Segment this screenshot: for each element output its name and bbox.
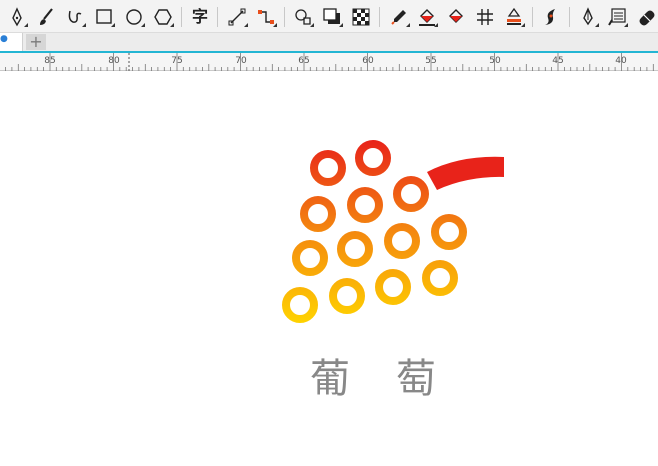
grape-ring [329, 278, 365, 314]
grape-ring [431, 214, 467, 250]
grape-ring [292, 240, 328, 276]
grape-ring [337, 231, 373, 267]
grape-ring [347, 187, 383, 223]
grape-ring [384, 223, 420, 259]
grape-ring [375, 269, 411, 305]
grape-ring [282, 287, 318, 323]
grape-ring [422, 260, 458, 296]
grape-ring [310, 150, 346, 186]
grape-ring [355, 140, 391, 176]
grape-leaf-stem [427, 156, 504, 190]
logo-char-tao: 萄 [396, 356, 436, 402]
grape-ring [300, 196, 336, 232]
logo-char-pu: 葡 [310, 356, 350, 402]
grape-ring [393, 176, 429, 212]
